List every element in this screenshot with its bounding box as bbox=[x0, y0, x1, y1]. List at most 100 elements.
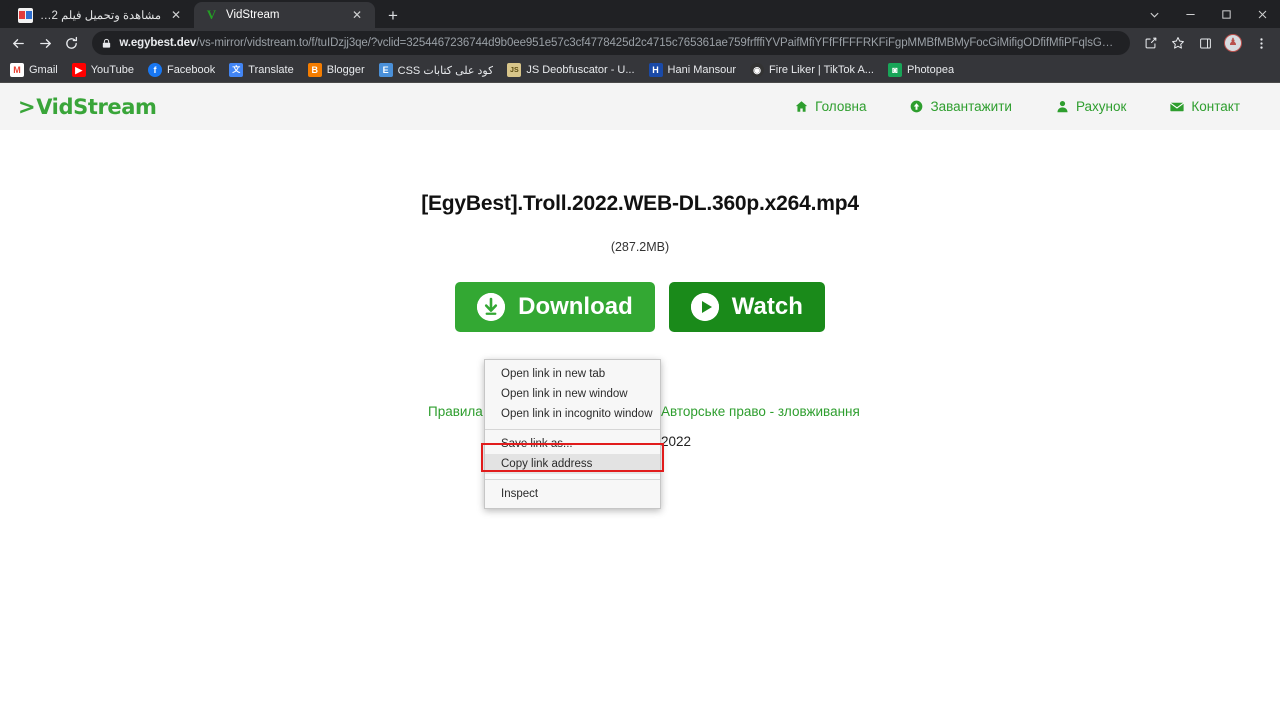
nav-item-label: Контакт bbox=[1191, 99, 1240, 114]
tab-title: VidStream bbox=[226, 9, 280, 21]
photopea-icon: ◙ bbox=[887, 63, 902, 77]
gmail-icon: M bbox=[10, 63, 24, 77]
egybest-favicon bbox=[18, 7, 33, 23]
bookmark-translate[interactable]: 文 Translate bbox=[223, 61, 299, 79]
lock-icon bbox=[101, 38, 112, 49]
page-viewport: > VidStream Головна Завантажити Рахунок … bbox=[0, 82, 1280, 720]
bookmark-gmail[interactable]: M Gmail bbox=[4, 61, 64, 79]
youtube-icon: ▶ bbox=[71, 63, 86, 77]
bookmark-fire-liker[interactable]: ◉ Fire Liker | TikTok A... bbox=[744, 61, 880, 79]
browser-titlebar: مشاهدة وتحميل فيلم Troll 2022 مت... ✕ V … bbox=[0, 0, 1280, 28]
context-menu-item-save-link-as[interactable]: Save link as... bbox=[485, 434, 660, 454]
bookmark-css-kitabat[interactable]: E CSS كود على كتابات bbox=[373, 61, 500, 79]
forward-button-icon[interactable] bbox=[33, 30, 58, 56]
avatar-glyph: ♟ bbox=[1228, 37, 1238, 48]
minimize-icon[interactable] bbox=[1172, 0, 1208, 28]
watch-button[interactable]: Watch bbox=[668, 282, 825, 332]
bookmark-label: Gmail bbox=[29, 64, 58, 76]
site-nav: Головна Завантажити Рахунок Контакт bbox=[773, 99, 1262, 114]
nav-item-account[interactable]: Рахунок bbox=[1034, 99, 1148, 114]
context-menu-item-open-new-window[interactable]: Open link in new window bbox=[485, 384, 660, 404]
bookmark-js-deobfuscator[interactable]: JS JS Deobfuscator - U... bbox=[501, 61, 640, 79]
address-bar[interactable]: w.egybest.dev/vs-mirror/vidstream.to/f/t… bbox=[92, 31, 1130, 55]
site-header: > VidStream Головна Завантажити Рахунок … bbox=[0, 82, 1280, 130]
footer-copyright-link[interactable]: Авторське право - зловживання bbox=[661, 404, 860, 419]
tab-close-icon[interactable]: ✕ bbox=[349, 7, 365, 23]
context-menu-item-inspect[interactable]: Inspect bbox=[485, 484, 660, 504]
context-menu-item-copy-link-address[interactable]: Copy link address bbox=[485, 454, 660, 474]
browser-toolbar: w.egybest.dev/vs-mirror/vidstream.to/f/t… bbox=[0, 28, 1280, 58]
logo-text: VidStream bbox=[36, 94, 157, 119]
nav-item-contact[interactable]: Контакт bbox=[1148, 99, 1262, 114]
browser-window: مشاهدة وتحميل فيلم Troll 2022 مت... ✕ V … bbox=[0, 0, 1280, 720]
nav-item-label: Головна bbox=[815, 99, 867, 114]
elementor-icon: E bbox=[378, 63, 393, 77]
nav-item-home[interactable]: Головна bbox=[773, 99, 888, 114]
context-menu-separator bbox=[485, 479, 660, 480]
bookmark-hani-mansour[interactable]: H Hani Mansour bbox=[643, 61, 742, 79]
play-icon bbox=[690, 293, 719, 321]
new-tab-button[interactable]: + bbox=[379, 2, 407, 28]
bookmark-label: Photopea bbox=[906, 64, 955, 76]
person-icon bbox=[1056, 100, 1069, 113]
nav-item-label: Рахунок bbox=[1075, 99, 1127, 114]
tab-title: مشاهدة وتحميل فيلم Troll 2022 مت... bbox=[40, 10, 161, 22]
fire-liker-icon: ◉ bbox=[750, 63, 765, 77]
download-button-label: Download bbox=[518, 293, 633, 320]
blogger-icon: B bbox=[307, 63, 322, 77]
home-icon bbox=[795, 100, 808, 113]
bookmark-label: Hani Mansour bbox=[667, 64, 737, 76]
close-window-icon[interactable] bbox=[1244, 0, 1280, 28]
star-icon[interactable] bbox=[1165, 30, 1191, 56]
bookmark-label: YouTube bbox=[90, 64, 134, 76]
bookmark-label: Fire Liker | TikTok A... bbox=[769, 64, 874, 76]
reload-button-icon[interactable] bbox=[60, 30, 85, 56]
vidstream-favicon: V bbox=[206, 7, 217, 23]
logo-chevron-icon: > bbox=[18, 94, 36, 119]
bookmark-photopea[interactable]: ◙ Photopea bbox=[882, 61, 960, 79]
tab-search-icon[interactable] bbox=[1136, 0, 1172, 28]
download-arrow-icon bbox=[477, 293, 506, 321]
window-controls bbox=[1136, 0, 1280, 28]
side-panel-icon[interactable] bbox=[1192, 30, 1218, 56]
browser-tab-egybest[interactable]: مشاهدة وتحميل فيلم Troll 2022 مت... ✕ bbox=[8, 2, 194, 28]
bookmark-label: Translate bbox=[248, 64, 294, 76]
url-domain: w.egybest.dev bbox=[119, 37, 197, 49]
share-icon[interactable] bbox=[1138, 30, 1164, 56]
hani-mansour-icon: H bbox=[648, 63, 663, 77]
browser-tab-vidstream[interactable]: V VidStream ✕ bbox=[194, 2, 375, 28]
maximize-icon[interactable] bbox=[1208, 0, 1244, 28]
bookmark-blogger[interactable]: B Blogger bbox=[302, 61, 371, 79]
three-dot-menu-icon[interactable] bbox=[1248, 30, 1274, 56]
address-bar-url: w.egybest.dev/vs-mirror/vidstream.to/f/t… bbox=[119, 37, 1120, 49]
site-logo[interactable]: > VidStream bbox=[18, 95, 157, 119]
bookmarks-bar: M Gmail ▶ YouTube f Facebook 文 Translate… bbox=[0, 58, 1280, 82]
nav-item-upload[interactable]: Завантажити bbox=[888, 99, 1033, 114]
bookmark-label: CSS كود على كتابات bbox=[397, 64, 494, 77]
tab-close-icon[interactable]: ✕ bbox=[168, 7, 184, 23]
url-path: /vs-mirror/vidstream.to/f/tuIDzjj3qe/?vc… bbox=[196, 37, 1120, 49]
bookmark-facebook[interactable]: f Facebook bbox=[142, 61, 221, 79]
profile-avatar[interactable]: ♟ bbox=[1224, 34, 1242, 52]
action-buttons: Download Watch bbox=[0, 282, 1280, 332]
context-menu-separator bbox=[485, 429, 660, 430]
translate-icon: 文 bbox=[229, 63, 244, 77]
bookmark-label: JS Deobfuscator - U... bbox=[526, 64, 635, 76]
footer-terms-link[interactable]: Правила bbox=[428, 404, 483, 419]
footer-year: 2022 bbox=[661, 434, 692, 449]
toolbar-right-actions: ♟ bbox=[1138, 30, 1274, 56]
nav-item-label: Завантажити bbox=[930, 99, 1012, 114]
page-title: [EgyBest].Troll.2022.WEB-DL.360p.x264.mp… bbox=[421, 192, 859, 215]
bookmark-youtube[interactable]: ▶ YouTube bbox=[66, 61, 140, 79]
js-deobfuscator-icon: JS bbox=[507, 63, 522, 77]
back-button-icon[interactable] bbox=[6, 30, 31, 56]
context-menu-item-open-incognito[interactable]: Open link in incognito window bbox=[485, 404, 660, 424]
watch-button-label: Watch bbox=[731, 293, 803, 320]
upload-icon bbox=[910, 100, 923, 113]
file-size-label: (287.2MB) bbox=[610, 240, 670, 254]
envelope-icon bbox=[1170, 100, 1185, 114]
facebook-icon: f bbox=[147, 63, 162, 77]
context-menu-item-open-new-tab[interactable]: Open link in new tab bbox=[485, 364, 660, 384]
bookmark-label: Facebook bbox=[166, 64, 216, 76]
download-button[interactable]: Download bbox=[455, 282, 655, 332]
